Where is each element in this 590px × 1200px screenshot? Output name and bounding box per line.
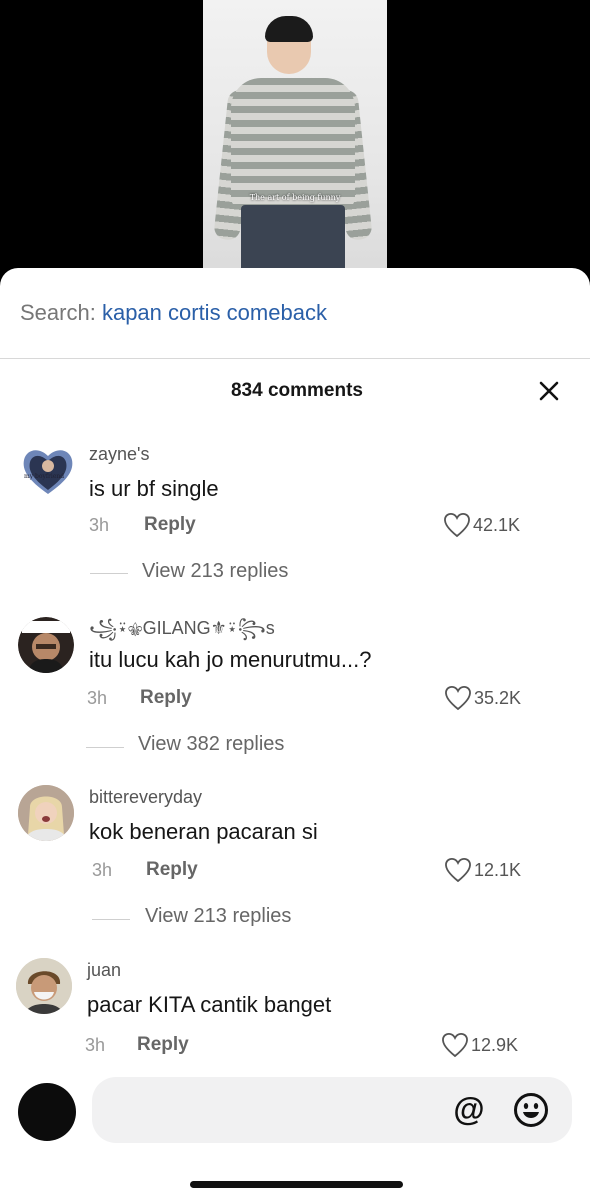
comment-time: 3h [85,1035,106,1055]
replies-line [92,919,130,920]
comments-sheet: Search: kapan cortis comeback 834 commen… [0,268,590,1200]
person-avatar-icon [16,958,72,1014]
view-replies-link[interactable]: View 382 replies [138,733,284,756]
search-query-link[interactable]: kapan cortis comeback [102,300,327,325]
replies-line [90,573,128,574]
avatar[interactable] [16,958,72,1014]
replies-line [86,747,124,748]
heart-icon [445,686,471,711]
comment-time: 3h [92,860,113,880]
search-suggestion[interactable]: Search: kapan cortis comeback [20,300,327,326]
avatar[interactable] [18,785,74,841]
comment-username[interactable]: zayne's [89,444,149,465]
comments-count: 834 comments [230,380,363,401]
comment-text: kok beneran pacaran si [89,819,318,844]
heart-avatar-icon [23,450,73,494]
comment-item: my boyfriend zayne's is ur bf single 3h … [0,440,590,610]
mention-button[interactable]: @ [450,1091,488,1129]
video-frame[interactable]: The art of being funny [203,0,387,290]
reply-button[interactable]: Reply [137,1034,189,1056]
comment-time: 3h [87,688,108,708]
person-avatar-icon [18,785,74,841]
view-replies-link[interactable]: View 213 replies [145,905,291,928]
like-button[interactable]: 35.2K [444,685,521,711]
at-icon: @ [453,1091,484,1127]
reply-button[interactable]: Reply [144,514,196,536]
close-icon [539,381,559,401]
like-count: 12.1K [474,859,522,880]
heart-icon [444,513,470,538]
person-figure [231,78,355,208]
smile-icon [514,1093,548,1127]
comment-item: ꧁⍣⚜GILANG⚜⍣꧂s itu lucu kah jo menurutmu.… [0,613,590,783]
like-button[interactable]: 42.1K [443,512,520,538]
video-player[interactable]: The art of being funny [0,0,590,290]
avatar[interactable] [18,617,74,673]
like-count: 35.2K [474,687,522,708]
comment-username[interactable]: bittereveryday [89,787,202,808]
avatar[interactable]: my boyfriend [20,444,76,500]
comment-username[interactable]: juan [87,960,121,981]
comment-text: itu lucu kah jo menurutmu...? [89,647,372,672]
comment-input[interactable]: @ [92,1077,572,1143]
like-button[interactable]: 12.1K [444,857,521,883]
comment-item: bittereveryday kok beneran pacaran si 3h… [0,785,590,955]
person-figure [265,16,313,42]
reply-button[interactable]: Reply [140,687,192,709]
like-count: 12.9K [471,1034,519,1055]
person-avatar-icon [18,617,74,673]
user-avatar[interactable] [18,1083,76,1141]
close-button[interactable] [534,376,564,406]
video-caption: The art of being funny [249,193,341,202]
view-replies-link[interactable]: View 213 replies [142,560,288,583]
heart-icon [445,858,471,883]
svg-text:@: @ [453,1091,484,1127]
comment-username[interactable]: ꧁⍣⚜GILANG⚜⍣꧂s [89,615,275,651]
avatar-caption: my boyfriend [24,473,65,480]
emoji-button[interactable] [512,1091,550,1129]
like-button[interactable]: 12.9K [441,1032,518,1058]
comment-time: 3h [89,515,110,535]
reply-button[interactable]: Reply [146,859,198,881]
comment-text: pacar KITA cantik banget [87,992,332,1017]
comment-text: is ur bf single [89,476,219,501]
heart-icon [442,1033,468,1058]
divider [0,358,590,359]
search-prefix: Search: [20,300,96,325]
like-count: 42.1K [473,514,521,535]
home-indicator [190,1181,403,1188]
